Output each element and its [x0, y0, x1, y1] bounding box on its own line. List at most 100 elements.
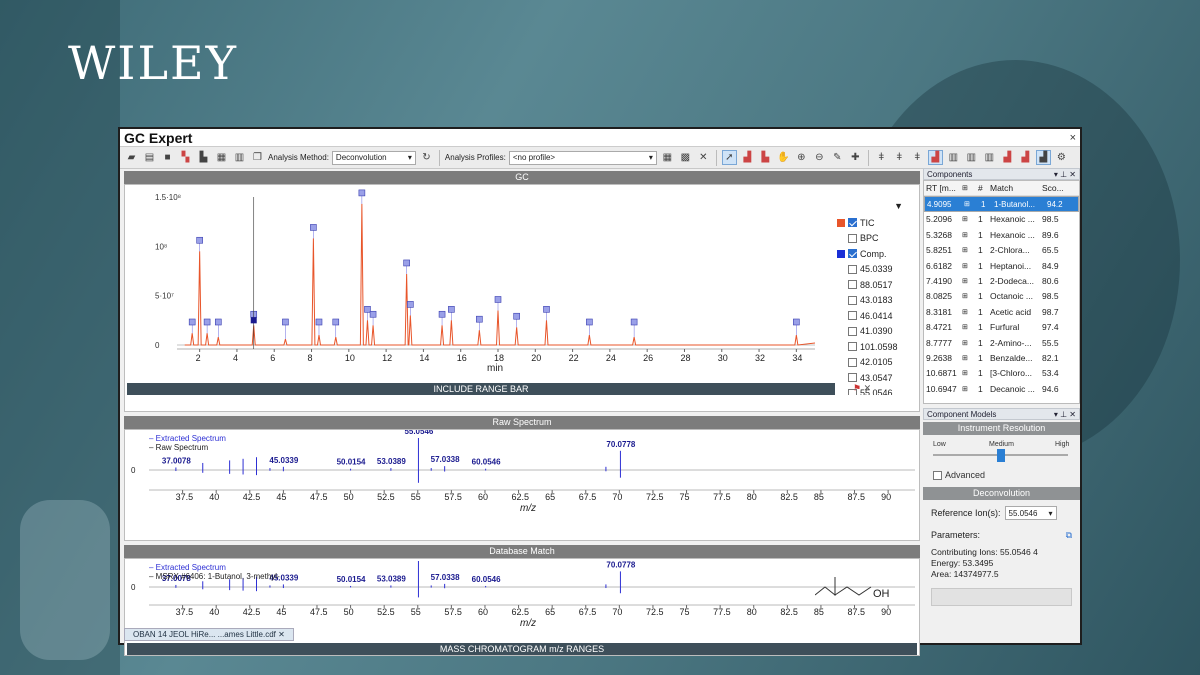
export-range-icon[interactable]: ⚑ ✕	[853, 383, 871, 394]
legend-checkbox[interactable]	[848, 326, 857, 336]
legend-item[interactable]: 101.0598	[837, 339, 917, 355]
legend-checkbox[interactable]	[848, 373, 857, 383]
table-icon[interactable]: ▥	[232, 150, 247, 165]
legend-checkbox[interactable]	[848, 249, 857, 259]
overlay-icon[interactable]: ▟	[927, 150, 943, 165]
refresh-icon[interactable]: ↻	[419, 150, 434, 165]
table-row[interactable]: 10.6871 ⊞ 1 [3-Chloro... 53.4	[924, 366, 1079, 381]
table-row[interactable]: 8.3181 ⊞ 1 Acetic acid 98.7	[924, 304, 1079, 319]
legend-checkbox[interactable]	[848, 295, 857, 305]
slider-thumb[interactable]	[997, 449, 1005, 462]
include-range-bar[interactable]: INCLUDE RANGE BAR	[127, 383, 835, 395]
crosshair-icon[interactable]: ✚	[848, 150, 863, 165]
legend-checkbox[interactable]	[848, 280, 857, 290]
legend-item[interactable]: Comp.	[837, 246, 917, 262]
table-row[interactable]: 4.9095 ⊞ 1 1-Butanol... 94.2	[924, 196, 1079, 212]
tab-file[interactable]: OBAN 14 JEOL HiRe... ...ames Little.cdf …	[124, 627, 294, 641]
advanced-toggle[interactable]: Advanced	[933, 470, 985, 480]
close-icon[interactable]: ×	[1070, 132, 1076, 144]
annotate-icon[interactable]: ✎	[830, 150, 845, 165]
reference-select[interactable]: 55.0546 ▾	[1004, 506, 1057, 520]
table-row[interactable]: 10.6947 ⊞ 1 Decanoic ... 94.6	[924, 381, 1079, 396]
filter-icon[interactable]: ▩	[678, 150, 693, 165]
column-header[interactable]: Sco...	[1042, 183, 1070, 193]
legend-item[interactable]: 42.0105	[837, 355, 917, 371]
legend-item[interactable]: 45.0339	[837, 262, 917, 278]
legend-checkbox[interactable]	[848, 233, 857, 243]
advanced-checkbox[interactable]	[933, 470, 942, 480]
raw-spectrum-chart[interactable]: 0 37.0078 45.0339 50.0154 53.0389 55.0546 57.0…	[125, 427, 919, 526]
table-row[interactable]: 5.2096 ⊞ 1 Hexanoic ... 98.5	[924, 212, 1079, 227]
peak-select-icon[interactable]: ▟	[740, 150, 755, 165]
legend-item[interactable]: 46.0414	[837, 308, 917, 324]
expand-icon[interactable]: ⊞	[962, 246, 978, 254]
pan-icon[interactable]: ✋	[776, 150, 791, 165]
expand-icon[interactable]: ⊞	[962, 323, 978, 331]
pointer-icon[interactable]: ➚	[721, 150, 737, 165]
pin-icon[interactable]: ▾ ⊥ ✕	[1054, 410, 1076, 419]
profile-select[interactable]: <no profile> ▾	[508, 150, 657, 165]
zoom-icon[interactable]: ⊕	[794, 150, 809, 165]
expand-icon[interactable]: ⊞	[962, 292, 978, 300]
open-folder-icon[interactable]: ▰	[124, 150, 139, 165]
copy-params-icon[interactable]: ⧉	[1066, 530, 1072, 541]
expand-icon[interactable]: ⊞	[962, 369, 978, 377]
legend-item[interactable]: 43.0547	[837, 370, 917, 386]
legend-item[interactable]: BPC	[837, 231, 917, 247]
table-row[interactable]: 8.4721 ⊞ 1 Furfural 97.4	[924, 320, 1079, 335]
chart-red-icon[interactable]: ▟	[1000, 150, 1015, 165]
tab-close-icon[interactable]: ✕	[278, 630, 285, 639]
legend-menu-icon[interactable]: ▼	[837, 201, 917, 215]
table-row[interactable]: 8.0825 ⊞ 1 Octanoic ... 98.5	[924, 289, 1079, 304]
expand-icon[interactable]: ⊞	[962, 308, 978, 316]
marker-edit-icon[interactable]: ǂ	[892, 150, 907, 165]
expand-icon[interactable]: ⊞	[962, 277, 978, 285]
expand-icon[interactable]: ⊞	[962, 354, 978, 362]
settings-icon[interactable]: ⚙	[1054, 150, 1069, 165]
legend-item[interactable]: 88.0517	[837, 277, 917, 293]
legend-item[interactable]: 41.0390	[837, 324, 917, 340]
pin-icon[interactable]: ▾ ⊥ ✕	[1054, 170, 1076, 179]
grid-icon[interactable]: ▦	[214, 150, 229, 165]
marker-delete-icon[interactable]: ǂ	[910, 150, 925, 165]
chart-blue-icon[interactable]: ▟	[1035, 150, 1051, 165]
expand-icon[interactable]: ⊞	[962, 339, 978, 347]
legend-item[interactable]: 55.0546	[837, 386, 917, 395]
column-header[interactable]: #	[978, 183, 990, 193]
column-header[interactable]: Match	[990, 183, 1042, 193]
gc-chart[interactable]: 05·10⁷10⁸1.5·10⁸2 4 6 8 10 12 14 16 18 20 22 24 26 28…	[125, 185, 835, 385]
zoom-out-icon[interactable]: ⊖	[812, 150, 827, 165]
legend-checkbox[interactable]	[848, 264, 857, 274]
legend-item[interactable]: TIC	[837, 215, 917, 231]
marker-icon[interactable]: ǂ	[874, 150, 889, 165]
expand-icon[interactable]: ⊞	[962, 231, 978, 239]
table-row[interactable]: 7.4190 ⊞ 1 2-Dodeca... 80.6	[924, 273, 1079, 288]
open-icon[interactable]: ▤	[142, 150, 157, 165]
column-header[interactable]: RT [m...	[926, 183, 962, 193]
bars-alt-icon[interactable]: ▥	[982, 150, 997, 165]
clear-icon[interactable]: ✕	[696, 150, 711, 165]
report-icon[interactable]: ▙	[196, 150, 211, 165]
table-row[interactable]: 8.7777 ⊞ 1 2-Amino-... 55.5	[924, 335, 1079, 350]
chart-red-alt-icon[interactable]: ▟	[1018, 150, 1033, 165]
mass-chromatogram-bar[interactable]: MASS CHROMATOGRAM m/z RANGES	[127, 643, 917, 655]
method-select[interactable]: Deconvolution ▾	[331, 150, 416, 165]
expand-icon[interactable]: ⊞	[962, 385, 978, 393]
legend-item[interactable]: 43.0183	[837, 293, 917, 309]
legend-checkbox[interactable]	[848, 357, 857, 367]
bars-icon[interactable]: ▥	[964, 150, 979, 165]
legend-checkbox[interactable]	[848, 218, 857, 228]
expand-icon[interactable]: ⊞	[962, 184, 978, 192]
table-row[interactable]: 5.3268 ⊞ 1 Hexanoic ... 89.6	[924, 227, 1079, 242]
expand-icon[interactable]: ⊞	[964, 200, 980, 208]
table-view-icon[interactable]: ▦	[660, 150, 675, 165]
copy-icon[interactable]: ❐	[250, 150, 265, 165]
table-row[interactable]: 9.2638 ⊞ 1 Benzalde... 82.1	[924, 350, 1079, 365]
legend-checkbox[interactable]	[848, 342, 857, 352]
expand-icon[interactable]: ⊞	[962, 215, 978, 223]
peak-range-icon[interactable]: ▙	[758, 150, 773, 165]
expand-icon[interactable]: ⊞	[962, 262, 978, 270]
notes-field[interactable]	[931, 588, 1072, 606]
stack-icon[interactable]: ▥	[946, 150, 961, 165]
save-icon[interactable]: ■	[160, 150, 175, 165]
